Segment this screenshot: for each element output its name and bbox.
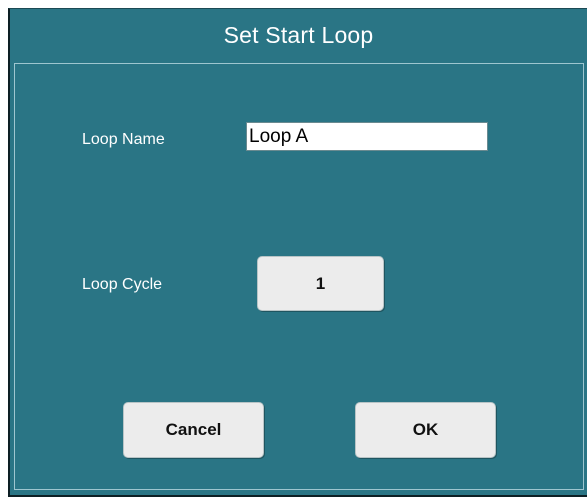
- loop-name-input[interactable]: [246, 122, 488, 151]
- loop-cycle-button[interactable]: 1: [257, 256, 384, 311]
- cancel-button[interactable]: Cancel: [123, 402, 264, 458]
- loop-cycle-label: Loop Cycle: [82, 276, 163, 293]
- loop-name-label: Loop Name: [82, 131, 165, 148]
- dialog-title: Set Start Loop: [223, 22, 374, 48]
- ok-button[interactable]: OK: [355, 402, 496, 458]
- set-start-loop-dialog: Set Start Loop Loop Name Loop Cycle 1 Ca…: [8, 8, 587, 497]
